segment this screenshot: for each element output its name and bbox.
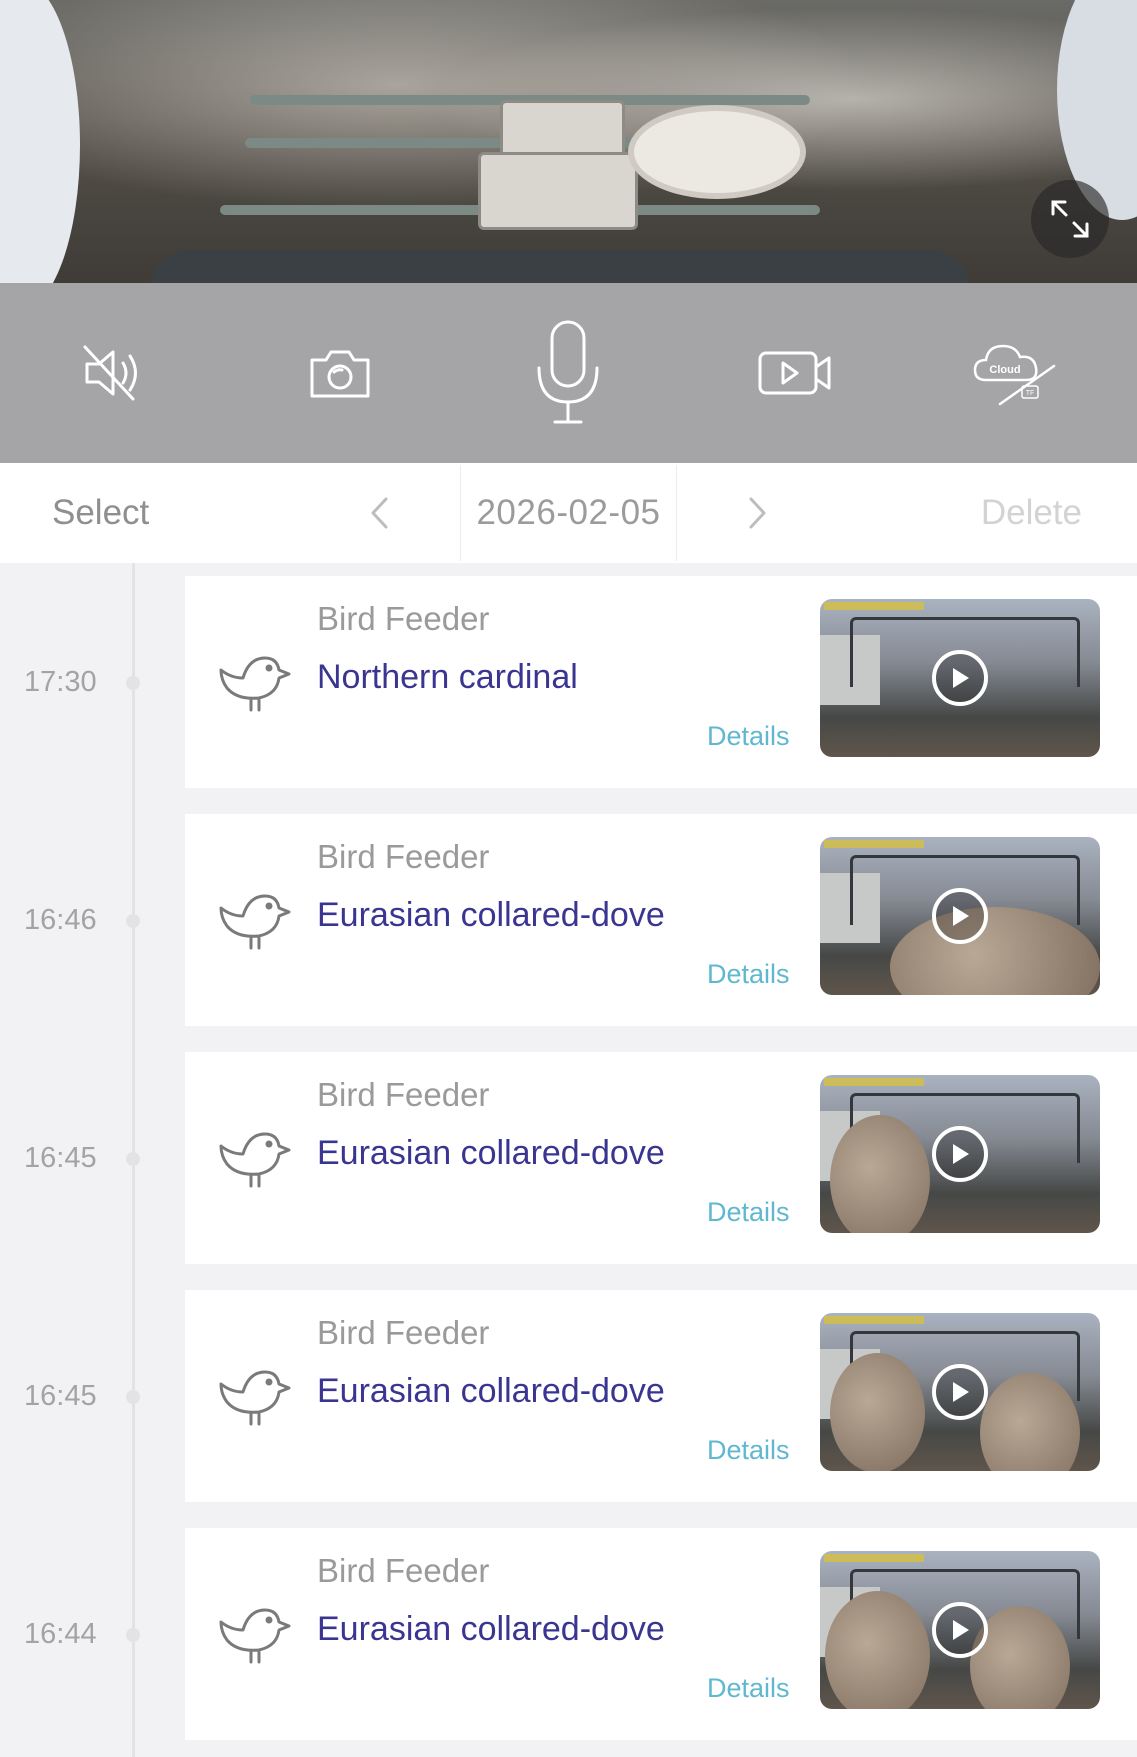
thumbnail-timestamp [824, 1316, 924, 1324]
device-name: Bird Feeder [317, 1314, 490, 1351]
event-time: 16:46 [24, 904, 97, 936]
thumbnail-timestamp [824, 840, 924, 848]
record-button[interactable] [745, 283, 845, 463]
thumbnail-bird [830, 1353, 925, 1471]
details-link[interactable]: Details [707, 1435, 790, 1466]
event-thumbnail[interactable] [820, 1313, 1100, 1471]
talk-button[interactable] [518, 283, 618, 463]
mute-button[interactable] [63, 283, 165, 463]
play-icon [953, 1382, 969, 1402]
event-card[interactable]: Bird Feeder Eurasian collared-dove Detai… [185, 1528, 1137, 1740]
play-button[interactable] [932, 1364, 988, 1420]
feeder-dish [628, 105, 806, 199]
feeder-rail [150, 250, 970, 283]
chevron-left-icon [371, 497, 388, 529]
previous-day-button[interactable] [355, 463, 405, 563]
play-icon [953, 668, 969, 688]
play-icon [953, 906, 969, 926]
species-name: Eurasian collared-dove [317, 1372, 665, 1410]
microphone-icon [537, 320, 599, 424]
chevron-right-icon [749, 497, 766, 529]
bird-icon [219, 656, 291, 712]
play-button[interactable] [932, 1126, 988, 1182]
current-date[interactable]: 2026-02-05 [460, 465, 677, 561]
event-thumbnail[interactable] [820, 1075, 1100, 1233]
details-link[interactable]: Details [707, 721, 790, 752]
device-name: Bird Feeder [317, 1552, 490, 1589]
event-card[interactable]: Bird Feeder Eurasian collared-dove Detai… [185, 1052, 1137, 1264]
live-camera-view[interactable] [0, 0, 1137, 283]
event-thumbnail[interactable] [820, 599, 1100, 757]
bird-icon [219, 1608, 291, 1664]
timeline-dot [126, 1628, 140, 1642]
expand-icon [1051, 200, 1089, 238]
cloud-storage-button[interactable]: Cloud TF [965, 283, 1065, 463]
delete-button[interactable]: Delete [981, 463, 1082, 563]
event-row: 16:46 Bird Feeder Eurasian collared-dove… [0, 814, 1137, 1026]
thumbnail-timestamp [824, 1554, 924, 1562]
event-time: 16:44 [24, 1618, 97, 1650]
lens-edge-left [0, 0, 80, 283]
species-name: Eurasian collared-dove [317, 896, 665, 934]
species-name: Northern cardinal [317, 658, 578, 696]
fullscreen-button[interactable] [1031, 180, 1109, 258]
thumbnail-timestamp [824, 1078, 924, 1086]
event-time: 16:45 [24, 1142, 97, 1174]
thumbnail-bird [830, 1115, 930, 1233]
device-name: Bird Feeder [317, 600, 490, 637]
cloud-label: Cloud [989, 364, 1020, 376]
app-screen: Cloud TF Select 2026-02-05 Delete 17:30 [0, 0, 1137, 1757]
event-card[interactable]: Bird Feeder Northern cardinal Details [185, 576, 1137, 788]
details-link[interactable]: Details [707, 959, 790, 990]
camera-icon [310, 350, 370, 398]
play-button[interactable] [932, 888, 988, 944]
bird-icon [219, 1132, 291, 1188]
event-card[interactable]: Bird Feeder Eurasian collared-dove Detai… [185, 814, 1137, 1026]
timeline-dot [126, 1152, 140, 1166]
timeline-dot [126, 914, 140, 928]
control-bar: Cloud TF [0, 283, 1137, 463]
snapshot-button[interactable] [290, 283, 390, 463]
bird-icon [219, 1370, 291, 1426]
timeline-dot [126, 676, 140, 690]
species-name: Eurasian collared-dove [317, 1134, 665, 1172]
timeline-dot [126, 1390, 140, 1404]
speaker-muted-icon [83, 345, 137, 401]
play-button[interactable] [932, 650, 988, 706]
event-time: 16:45 [24, 1380, 97, 1412]
play-icon [953, 1144, 969, 1164]
select-button[interactable]: Select [52, 463, 149, 563]
next-day-button[interactable] [732, 463, 782, 563]
event-thumbnail[interactable] [820, 1551, 1100, 1709]
event-row: 17:30 Bird Feeder Northern cardinal Deta… [0, 576, 1137, 788]
thumbnail-timestamp [824, 602, 924, 610]
event-row: 16:44 Bird Feeder Eurasian collared-dove… [0, 1528, 1137, 1740]
play-icon [953, 1620, 969, 1640]
details-link[interactable]: Details [707, 1673, 790, 1704]
feeder-tray [478, 152, 638, 230]
event-card[interactable]: Bird Feeder Eurasian collared-dove Detai… [185, 1290, 1137, 1502]
event-thumbnail[interactable] [820, 837, 1100, 995]
video-camera-icon [758, 351, 831, 395]
cloud-tf-icon: Cloud TF [973, 344, 1056, 406]
event-timeline: 17:30 Bird Feeder Northern cardinal Deta… [0, 563, 1137, 1757]
event-row: 16:45 Bird Feeder Eurasian collared-dove… [0, 1052, 1137, 1264]
device-name: Bird Feeder [317, 1076, 490, 1113]
bird-icon [219, 894, 291, 950]
event-time: 17:30 [24, 666, 97, 698]
device-name: Bird Feeder [317, 838, 490, 875]
event-row: 16:45 Bird Feeder Eurasian collared-dove… [0, 1290, 1137, 1502]
thumbnail-bird [825, 1591, 930, 1709]
details-link[interactable]: Details [707, 1197, 790, 1228]
tf-label: TF [1026, 390, 1035, 397]
species-name: Eurasian collared-dove [317, 1610, 665, 1648]
date-navigation: Select 2026-02-05 Delete [0, 463, 1137, 563]
play-button[interactable] [932, 1602, 988, 1658]
